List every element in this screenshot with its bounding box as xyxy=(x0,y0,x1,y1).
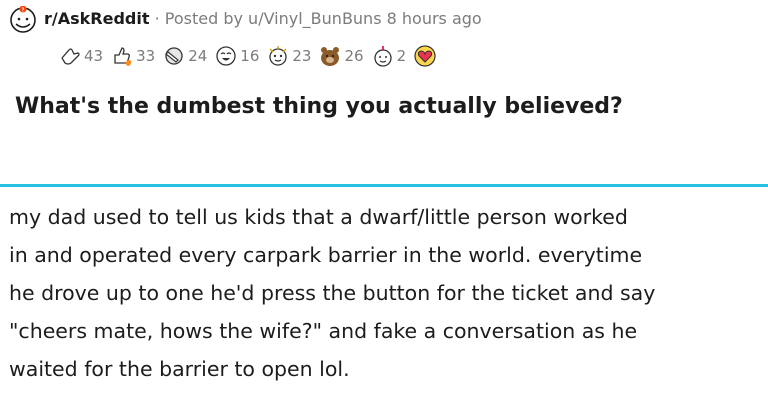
award-count: 33 xyxy=(136,47,156,65)
comment-line: waited for the barrier to open lol. xyxy=(9,357,350,381)
award[interactable]: 33 xyxy=(110,44,155,68)
comment-body: my dad used to tell us kids that a dwarf… xyxy=(9,198,761,388)
post-title[interactable]: What's the dumbest thing you actually be… xyxy=(15,91,760,123)
award[interactable]: 43 xyxy=(58,44,103,68)
award[interactable] xyxy=(413,44,439,68)
award[interactable]: 2 xyxy=(371,44,407,68)
award[interactable]: 24 xyxy=(162,44,207,68)
award-count: 26 xyxy=(344,47,364,65)
meta-separator: · xyxy=(154,9,160,28)
comment-line: he drove up to one he'd press the button… xyxy=(9,281,656,305)
thumbs-up-fire-award-icon xyxy=(114,47,132,66)
award-count: 16 xyxy=(240,47,260,65)
comment-line: my dad used to tell us kids that a dwarf… xyxy=(9,205,628,229)
post-header: ? r/AskReddit · Posted by u/Vinyl_BunBun… xyxy=(0,0,768,185)
award[interactable]: 16 xyxy=(214,44,259,68)
award-count: 23 xyxy=(292,47,312,65)
award-count: 43 xyxy=(84,47,104,65)
award[interactable]: 26 xyxy=(318,44,364,68)
post-time: 8 hours ago xyxy=(386,9,482,28)
award-count: 24 xyxy=(188,47,208,65)
laughing-face-award-icon xyxy=(216,46,236,66)
comment-line: "cheers mate, hows the wife?" and fake a… xyxy=(9,319,638,343)
award[interactable]: 23 xyxy=(266,44,311,68)
hand-wave-award-icon xyxy=(61,48,80,65)
cake-face-award-icon xyxy=(373,46,392,67)
wholesome-face-award-icon xyxy=(269,46,288,66)
heart-award-icon xyxy=(414,45,436,67)
posted-by-link[interactable]: Posted by u/Vinyl_BunBuns xyxy=(165,9,382,28)
subreddit-link[interactable]: r/AskReddit xyxy=(44,9,150,28)
comment-line: in and operated every carpark barrier in… xyxy=(9,243,643,267)
facepalm-award-icon xyxy=(165,47,183,65)
svg-text:?: ? xyxy=(22,8,25,14)
awards-bar[interactable]: 43 33 24 16 23 26 2 xyxy=(58,43,446,69)
divider xyxy=(0,184,768,187)
post-meta: r/AskReddit · Posted by u/Vinyl_BunBuns … xyxy=(44,8,482,30)
askreddit-icon[interactable]: ? xyxy=(9,5,37,34)
bear-award-icon xyxy=(321,47,340,66)
award-count: 2 xyxy=(396,47,407,65)
